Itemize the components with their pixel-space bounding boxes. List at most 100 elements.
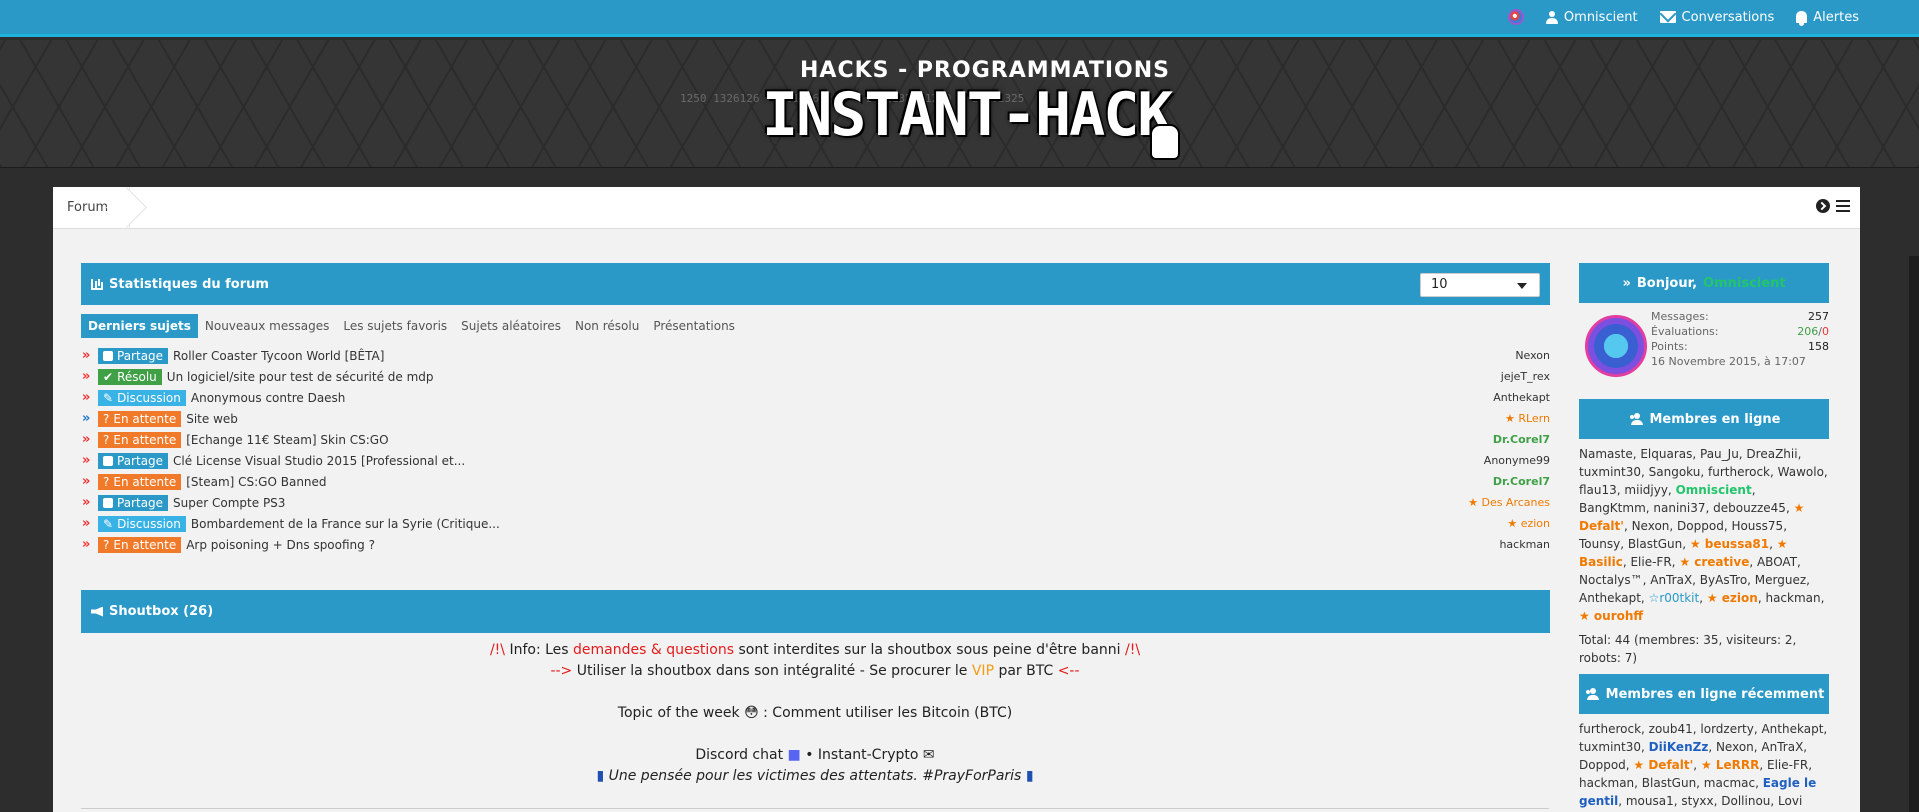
topic-title[interactable]: [Steam] CS:GO Banned [186, 475, 326, 489]
topic-author[interactable]: Anonyme99 [1484, 454, 1550, 467]
eval-negative: 0 [1822, 325, 1829, 338]
author-name[interactable]: ezion [1521, 517, 1550, 530]
welcome-greeting: Bonjour, [1636, 275, 1698, 291]
topic-list: » Partage Roller Coaster Tycoon World [B… [82, 345, 1550, 555]
user-name[interactable]: Omniscient [1564, 10, 1638, 25]
prefix-discussion[interactable]: ✎ Discussion [98, 515, 186, 532]
menu-icon[interactable] [1836, 200, 1850, 212]
list-item[interactable]: » ? En attente [Echange 11€ Steam] Skin C… [82, 429, 1550, 450]
alerts-link[interactable]: Alertes [1796, 10, 1859, 26]
jump-arrow-icon[interactable] [1816, 199, 1830, 213]
topic-author[interactable]: hackman [1499, 538, 1550, 551]
tab-sujets-favoris[interactable]: Les sujets favoris [336, 314, 454, 338]
vip-link[interactable]: VIP [972, 663, 994, 679]
double-chevron-icon: » [82, 516, 91, 531]
topic-author[interactable]: Dr.Corel7 [1493, 475, 1550, 488]
topic-author[interactable]: Anthekapt [1493, 391, 1550, 404]
prefix-en-attente[interactable]: ? En attente [98, 536, 182, 553]
recent-members-header: Membres en ligne récemment [1579, 674, 1829, 714]
globe-icon[interactable] [1507, 9, 1524, 25]
tab-nouveaux-messages[interactable]: Nouveaux messages [198, 314, 336, 338]
list-item[interactable]: » ✔ Résolu Un logiciel/site pour test de … [82, 366, 1550, 387]
points-label: Points: [1651, 340, 1688, 353]
register-date: 16 Novembre 2015, à 17:07 [1651, 355, 1806, 368]
double-chevron-icon: » [82, 369, 91, 384]
discord-line: Discord chat ■ • Instant-Crypto ✉ [81, 745, 1549, 766]
instant-crypto-link[interactable]: • Instant-Crypto [801, 747, 923, 763]
prefix-discussion[interactable]: ✎ Discussion [98, 389, 186, 406]
alerts-label[interactable]: Alertes [1813, 10, 1859, 25]
tab-derniers-sujets[interactable]: Derniers sujets [81, 314, 198, 338]
author-name[interactable]: RLern [1518, 412, 1550, 425]
prefix-resolu[interactable]: ✔ Résolu [98, 368, 162, 385]
prefix-en-attente[interactable]: ? En attente [98, 410, 182, 427]
double-chevron-icon: » [82, 537, 91, 552]
prefix-partage[interactable]: Partage [98, 452, 169, 469]
rule-text-end: sont interdites sur la shoutbox sous pei… [734, 642, 1125, 658]
tab-non-resolu[interactable]: Non résolu [568, 314, 646, 338]
discord-icon[interactable]: ■ [788, 747, 801, 763]
list-item[interactable]: » Partage Clé License Visual Studio 2015… [82, 450, 1550, 471]
users-icon [1628, 413, 1644, 425]
prefix-partage[interactable]: Partage [98, 347, 169, 364]
points-value: 158 [1808, 340, 1829, 353]
envelope-icon[interactable]: ✉ [923, 747, 935, 763]
topic-title[interactable]: Roller Coaster Tycoon World [BÊTA] [173, 349, 384, 363]
topic-week-link[interactable]: : Comment utiliser les Bitcoin (BTC) [759, 705, 1012, 721]
list-item[interactable]: » ? En attente Arp poisoning + Dns spoofi… [82, 534, 1550, 555]
gift-icon [103, 455, 113, 466]
topic-author[interactable]: ★ Des Arcanes [1468, 496, 1550, 509]
site-logo[interactable]: 1250 1326126 · 5013261250 · 14611325 125… [680, 52, 1220, 162]
list-item[interactable]: » Partage Roller Coaster Tycoon World [B… [82, 345, 1550, 366]
warning-mark: /!\ [489, 642, 510, 658]
list-item[interactable]: » ✎ Discussion Anonymous contre Daesh Ant… [82, 387, 1550, 408]
topic-title[interactable]: Super Compte PS3 [173, 496, 285, 510]
list-item[interactable]: » Partage Super Compte PS3 ★ Des Arcanes [82, 492, 1550, 513]
tab-sujets-aleatoires[interactable]: Sujets aléatoires [454, 314, 568, 338]
vip-text-end: par BTC [994, 663, 1058, 679]
topic-count-select[interactable]: 10 [1420, 273, 1540, 297]
tab-presentations[interactable]: Présentations [646, 314, 742, 338]
avatar[interactable] [1585, 315, 1647, 377]
rule-text: Info: Les [509, 642, 574, 658]
topic-title[interactable]: Clé License Visual Studio 2015 [Professi… [173, 454, 465, 468]
breadcrumb-forums-label[interactable]: Forums [67, 200, 115, 215]
welcome-username[interactable]: Omniscient [1703, 276, 1786, 291]
list-item[interactable]: » ✎ Discussion Bombardement de la France … [82, 513, 1550, 534]
prefix-partage[interactable]: Partage [98, 494, 169, 511]
question-icon: ? [103, 411, 110, 426]
topic-author[interactable]: Nexon [1515, 349, 1550, 362]
topic-author[interactable]: ★ ezion [1507, 517, 1550, 530]
prefix-en-attente[interactable]: ? En attente [98, 473, 182, 490]
prefix-label: Partage [117, 453, 164, 468]
recent-members-widget: Membres en ligne récemment furtherock, z… [1579, 674, 1829, 810]
shoutbox-input-area[interactable] [81, 808, 1549, 812]
conversations-label[interactable]: Conversations [1682, 10, 1775, 25]
discord-label[interactable]: Discord chat [695, 747, 787, 763]
list-item[interactable]: » ? En attente [Steam] CS:GO Banned Dr.Co… [82, 471, 1550, 492]
warning-mark-end: /!\ [1124, 642, 1141, 658]
conversations-link[interactable]: Conversations [1659, 10, 1775, 25]
topic-title[interactable]: Un logiciel/site pour test de sécurité d… [167, 370, 434, 384]
site-banner: 1250 1326126 · 5013261250 · 14611325 125… [0, 40, 1919, 168]
french-flag-icon: ▮ [596, 768, 605, 784]
topic-title[interactable]: Arp poisoning + Dns spoofing ? [186, 538, 375, 552]
prefix-en-attente[interactable]: ? En attente [98, 431, 182, 448]
page-scrollbar[interactable] [1909, 256, 1919, 812]
topic-author[interactable]: jejeT_rex [1501, 370, 1550, 383]
topic-author[interactable]: Dr.Corel7 [1493, 433, 1550, 446]
shoutbox-rule-line: /!\ Info: Les demandes & questions sont … [81, 640, 1549, 661]
list-item[interactable]: » ? En attente Site web ★ RLern [82, 408, 1550, 429]
breadcrumb-forums[interactable]: Forums [53, 187, 130, 229]
double-chevron-icon: » [82, 390, 91, 405]
topic-title[interactable]: Bombardement de la France sur la Syrie (… [191, 517, 500, 531]
user-menu[interactable]: Omniscient [1545, 10, 1638, 25]
author-name[interactable]: Des Arcanes [1481, 496, 1550, 509]
topic-author[interactable]: ★ RLern [1505, 412, 1550, 425]
topic-title[interactable]: [Echange 11€ Steam] Skin CS:GO [186, 433, 388, 447]
topic-title[interactable]: Anonymous contre Daesh [191, 391, 346, 405]
user-stats: Messages: 257 Évaluations: 206/0 Points: 15… [1651, 309, 1829, 369]
rule-highlight: demandes & questions [573, 642, 735, 658]
topic-title[interactable]: Site web [186, 412, 238, 426]
arrow-left: <-- [1057, 663, 1080, 679]
